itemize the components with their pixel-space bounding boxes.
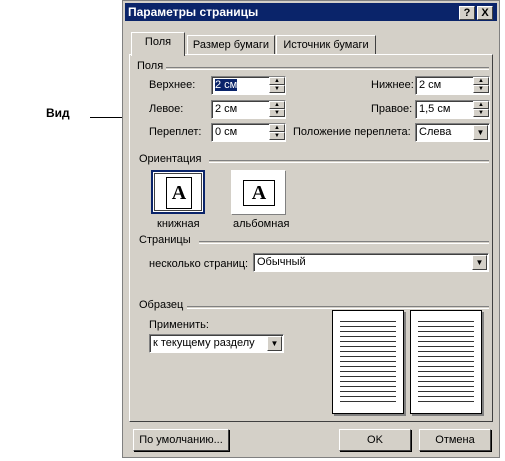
cancel-button[interactable]: Отмена [419,429,491,451]
annotation-label: Вид [46,106,70,120]
bottom-margin-label: Нижнее: [371,79,414,91]
tab-margins[interactable]: Поля [131,32,185,56]
portrait-option[interactable]: A [151,170,205,214]
left-margin-label: Левое: [149,103,184,115]
preview-page-left [332,310,404,414]
margins-group-line [159,67,489,70]
apply-to-select[interactable]: к текущему разделу ▼ [149,334,284,353]
gutter-position-select[interactable]: Слева ▼ [415,123,490,142]
pages-group-title: Страницы [139,234,194,246]
gutter-spinner[interactable]: ▲ ▼ [269,124,285,141]
landscape-page-icon: A [243,180,275,206]
margins-group-title: Поля [137,60,167,72]
preview-page-right [410,310,482,414]
spin-down-icon[interactable]: ▼ [269,109,285,117]
tab-paper-source[interactable]: Источник бумаги [276,35,376,55]
left-margin-spinner[interactable]: ▲ ▼ [269,101,285,118]
preview-group-title: Образец [139,299,187,311]
default-button[interactable]: По умолчанию... [133,429,229,451]
preview-group-line [187,306,489,309]
top-margin-label: Верхнее: [149,79,196,91]
top-margin-value: 2 см [215,79,238,91]
multiple-pages-label: несколько страниц: [149,258,249,270]
tab-paper-size[interactable]: Размер бумаги [187,35,275,55]
spin-down-icon[interactable]: ▼ [473,109,489,117]
page-preview [330,310,490,418]
orientation-group-title: Ориентация [139,153,205,165]
top-margin-input[interactable]: 2 см ▲ ▼ [211,76,286,95]
pages-group-line [199,241,489,244]
ok-button[interactable]: OK [339,429,411,451]
title-bar: Параметры страницы ? X [125,3,497,21]
chevron-down-icon[interactable]: ▼ [473,125,488,140]
landscape-option[interactable]: A [231,170,285,214]
bottom-margin-spinner[interactable]: ▲ ▼ [473,77,489,94]
help-button[interactable]: ? [459,6,475,20]
top-margin-spinner[interactable]: ▲ ▼ [269,77,285,94]
gutter-position-value: Слева [419,126,452,138]
spin-up-icon[interactable]: ▲ [269,77,285,85]
right-margin-label: Правое: [371,103,413,115]
portrait-page-icon: A [166,177,192,209]
multiple-pages-value: Обычный [257,256,306,268]
spin-down-icon[interactable]: ▼ [269,85,285,93]
gutter-label: Переплет: [149,126,202,138]
spin-down-icon[interactable]: ▼ [473,85,489,93]
right-margin-input[interactable]: 1,5 см ▲ ▼ [415,100,490,119]
gutter-input[interactable]: 0 см ▲ ▼ [211,123,286,142]
landscape-label: альбомная [233,218,290,230]
right-margin-value: 1,5 см [419,103,451,115]
orientation-group-line [209,160,489,163]
gutter-position-label: Положение переплета: [293,126,411,138]
chevron-down-icon[interactable]: ▼ [267,336,282,351]
left-margin-input[interactable]: 2 см ▲ ▼ [211,100,286,119]
dialog-title: Параметры страницы [128,5,259,19]
spin-up-icon[interactable]: ▲ [473,101,489,109]
right-margin-spinner[interactable]: ▲ ▼ [473,101,489,118]
bottom-margin-value: 2 см [419,79,442,91]
bottom-margin-input[interactable]: 2 см ▲ ▼ [415,76,490,95]
spin-up-icon[interactable]: ▲ [269,124,285,132]
spin-up-icon[interactable]: ▲ [473,77,489,85]
close-button[interactable]: X [477,6,493,20]
left-margin-value: 2 см [215,103,238,115]
apply-label: Применить: [149,319,209,331]
spin-down-icon[interactable]: ▼ [269,132,285,140]
apply-to-value: к текущему разделу [153,337,255,349]
gutter-value: 0 см [215,126,238,138]
multiple-pages-select[interactable]: Обычный ▼ [253,253,489,272]
portrait-label: книжная [157,218,200,230]
chevron-down-icon[interactable]: ▼ [472,255,487,270]
spin-up-icon[interactable]: ▲ [269,101,285,109]
